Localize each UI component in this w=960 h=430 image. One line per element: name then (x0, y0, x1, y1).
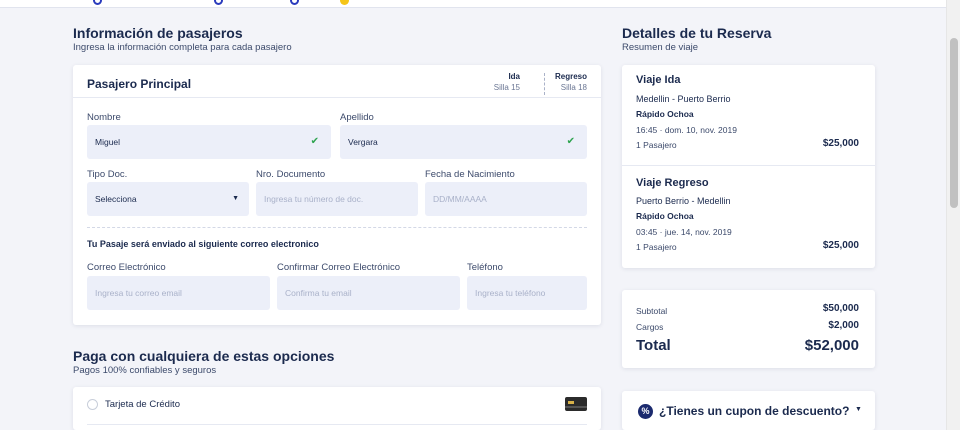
apellido-field[interactable]: Vergara ✔ (340, 125, 587, 159)
fecha-nac-label: Fecha de Nacimiento (425, 169, 515, 180)
seat-regreso-value: Silla 18 (560, 83, 587, 92)
fecha-nac-input[interactable]: DD/MM/AAAA (425, 182, 587, 216)
total-label: Total (636, 337, 671, 354)
trip-ida-company: Rápido Ochoa (636, 109, 694, 119)
page-scrollbar[interactable] (946, 0, 960, 430)
trips-card: Viaje Ida Medellin - Puerto Berrio Rápid… (622, 65, 875, 268)
tipo-doc-select[interactable]: Selecciona ▼ (87, 182, 249, 216)
check-icon: ✔ (566, 136, 575, 147)
payment-title: Paga con cualquiera de estas opciones (73, 348, 335, 364)
check-icon: ✔ (310, 136, 319, 147)
nombre-value: Miguel (95, 137, 121, 147)
apellido-label: Apellido (340, 112, 374, 123)
seat-ida-label: Ida (508, 72, 520, 81)
top-header-bar (0, 0, 946, 8)
divider (622, 165, 875, 166)
nombre-field[interactable]: Miguel ✔ (87, 125, 331, 159)
scrollbar-thumb[interactable] (950, 38, 958, 208)
email-label: Correo Electrónico (87, 262, 166, 273)
payment-option-card[interactable]: Tarjeta de Crédito (73, 387, 601, 430)
trip-regreso-passengers: 1 Pasajero (636, 242, 677, 252)
telefono-input[interactable]: Ingresa tu teléfono (467, 276, 587, 310)
trip-regreso-company: Rápido Ochoa (636, 211, 694, 221)
email-confirm-label: Confirmar Correo Electrónico (277, 262, 401, 273)
cargos-value: $2,000 (828, 320, 859, 331)
trip-ida-datetime: 16:45 · dom. 10, nov. 2019 (636, 125, 737, 135)
email-confirm-input[interactable]: Confirma tu email (277, 276, 460, 310)
logo-fragment (93, 0, 102, 5)
credit-card-icon (565, 397, 587, 411)
logo-fragment (340, 0, 349, 5)
summary-card: Subtotal $50,000 Cargos $2,000 Total $52… (622, 290, 875, 368)
seat-ida: Ida Silla 15 (494, 71, 520, 93)
apellido-value: Vergara (348, 137, 378, 147)
coupon-card[interactable]: % ¿Tienes un cupon de descuento? ▼ (622, 391, 875, 430)
dashed-divider (87, 227, 587, 228)
caret-down-icon: ▼ (855, 406, 862, 413)
divider (87, 424, 587, 425)
total-value: $52,000 (804, 337, 859, 354)
tipo-doc-value: Selecciona (95, 194, 137, 204)
seat-divider (544, 73, 545, 95)
trip-regreso-price: $25,000 (822, 240, 859, 251)
passengers-title: Información de pasajeros (73, 25, 243, 41)
trip-ida-route: Medellin - Puerto Berrio (636, 94, 731, 104)
logo-fragment (214, 0, 223, 5)
seat-regreso-label: Regreso (554, 72, 587, 81)
booking-subtitle: Resumen de viaje (622, 42, 699, 53)
coupon-label: ¿Tienes un cupon de descuento? (659, 404, 850, 418)
email-note: Tu Pasaje será enviado al siguiente corr… (87, 239, 319, 249)
nombre-label: Nombre (87, 112, 121, 123)
passengers-subtitle: Ingresa la información completa para cad… (73, 42, 292, 53)
subtotal-label: Subtotal (636, 306, 668, 316)
seat-regreso: Regreso Silla 18 (555, 71, 587, 93)
payment-subtitle: Pagos 100% confiables y seguros (73, 365, 217, 376)
seat-ida-value: Silla 15 (493, 83, 520, 92)
caret-down-icon: ▼ (232, 195, 239, 202)
radio-button[interactable] (87, 399, 98, 410)
trip-regreso-route: Puerto Berrio - Medellin (636, 196, 731, 206)
logo-fragment (290, 0, 299, 5)
subtotal-value: $50,000 (822, 303, 859, 314)
passenger-card: Pasajero Principal Ida Silla 15 Regreso … (73, 65, 601, 325)
nro-doc-input[interactable]: Ingresa tu número de doc. (256, 182, 418, 216)
email-input[interactable]: Ingresa tu correo email (87, 276, 270, 310)
telefono-label: Teléfono (467, 262, 503, 273)
trip-regreso-title: Viaje Regreso (636, 177, 709, 189)
booking-title: Detalles de tu Reserva (622, 25, 772, 41)
trip-regreso-datetime: 03:45 · jue. 14, nov. 2019 (636, 227, 732, 237)
trip-ida-passengers: 1 Pasajero (636, 140, 677, 150)
trip-ida-price: $25,000 (822, 138, 859, 149)
divider (73, 97, 601, 98)
cargos-label: Cargos (636, 322, 664, 332)
trip-ida-title: Viaje Ida (636, 74, 681, 86)
passenger-card-title: Pasajero Principal (87, 77, 192, 91)
payment-option-label: Tarjeta de Crédito (105, 399, 180, 410)
percent-badge-icon: % (638, 404, 653, 419)
tipo-doc-label: Tipo Doc. (87, 169, 128, 180)
nro-doc-label: Nro. Documento (256, 169, 326, 180)
